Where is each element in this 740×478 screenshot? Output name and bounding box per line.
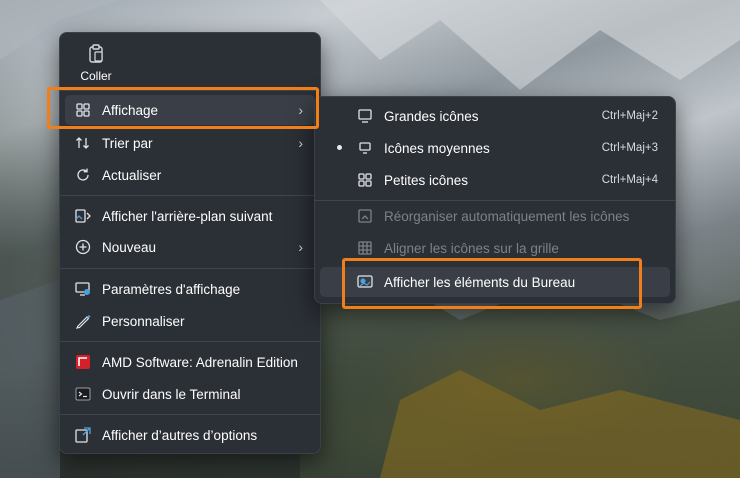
paste-label: Coller (80, 69, 112, 83)
highlight-affichage-box (47, 87, 319, 129)
submenu-item-label: Aligner les icônes sur la grille (384, 240, 559, 256)
auto-arrange-icon (356, 207, 374, 225)
clipboard-icon (87, 44, 105, 64)
menu-item-label: Nouveau (102, 239, 157, 255)
new-plus-icon (74, 238, 92, 256)
submenu-item-label: Icônes moyennes (384, 140, 490, 156)
chevron-right-icon: › (298, 239, 303, 255)
menu-item-actualiser[interactable]: Actualiser (65, 160, 315, 190)
paste-button[interactable]: Coller (76, 41, 116, 83)
shortcut-text: Ctrl+Maj+3 (601, 142, 658, 154)
chevron-right-icon: › (298, 135, 303, 151)
submenu-item-medium-icons[interactable]: Icônes moyennes Ctrl+Maj+3 (320, 133, 670, 163)
menu-item-next-background[interactable]: Afficher l'arrière-plan suivant (65, 201, 315, 231)
align-grid-icon (356, 239, 374, 257)
menu-item-label: Trier par (102, 135, 153, 151)
shortcut-text: Ctrl+Maj+2 (601, 110, 658, 122)
menu-item-more-options[interactable]: Afficher d’autres d’options (65, 420, 315, 450)
display-settings-icon (74, 280, 92, 298)
menu-item-display-settings[interactable]: Paramètres d'affichage (65, 274, 315, 304)
submenu-item-label: Petites icônes (384, 172, 469, 188)
menu-item-nouveau[interactable]: Nouveau › (65, 232, 315, 262)
monitor-large-icon (356, 107, 374, 125)
submenu-item-label: Réorganiser automatiquement les icônes (384, 208, 630, 224)
menu-item-label: Actualiser (102, 167, 162, 183)
menu-separator (60, 195, 320, 196)
submenu-item-label: Grandes icônes (384, 108, 479, 124)
next-background-icon (74, 207, 92, 225)
refresh-icon (74, 166, 92, 184)
sort-icon (74, 134, 92, 152)
shortcut-text: Ctrl+Maj+4 (601, 174, 658, 186)
menu-item-label: AMD Software: Adrenalin Edition (102, 354, 298, 370)
menu-item-label: Afficher l'arrière-plan suivant (102, 208, 273, 224)
menu-item-personnaliser[interactable]: Personnaliser (65, 306, 315, 336)
amd-icon (74, 353, 92, 371)
menu-item-label: Paramètres d'affichage (102, 281, 241, 297)
selected-bullet-icon (337, 145, 342, 150)
menu-item-trier-par[interactable]: Trier par › (65, 128, 315, 158)
menu-separator (60, 268, 320, 269)
monitor-medium-icon (356, 139, 374, 157)
menu-item-label: Personnaliser (102, 313, 185, 329)
menu-item-label: Afficher d’autres d’options (102, 427, 258, 443)
menu-item-amd-software[interactable]: AMD Software: Adrenalin Edition (65, 347, 315, 377)
pen-icon (74, 312, 92, 330)
submenu-item-large-icons[interactable]: Grandes icônes Ctrl+Maj+2 (320, 101, 670, 131)
menu-item-label: Ouvrir dans le Terminal (102, 386, 241, 402)
more-options-icon (74, 426, 92, 444)
menu-separator (60, 414, 320, 415)
highlight-show-desktop-box (342, 258, 642, 309)
menu-item-terminal[interactable]: Ouvrir dans le Terminal (65, 379, 315, 409)
submenu-item-small-icons[interactable]: Petites icônes Ctrl+Maj+4 (320, 165, 670, 195)
submenu-item-auto-arrange[interactable]: Réorganiser automatiquement les icônes (320, 201, 670, 231)
menu-separator (60, 341, 320, 342)
terminal-icon (74, 385, 92, 403)
small-grid-icon (356, 171, 374, 189)
